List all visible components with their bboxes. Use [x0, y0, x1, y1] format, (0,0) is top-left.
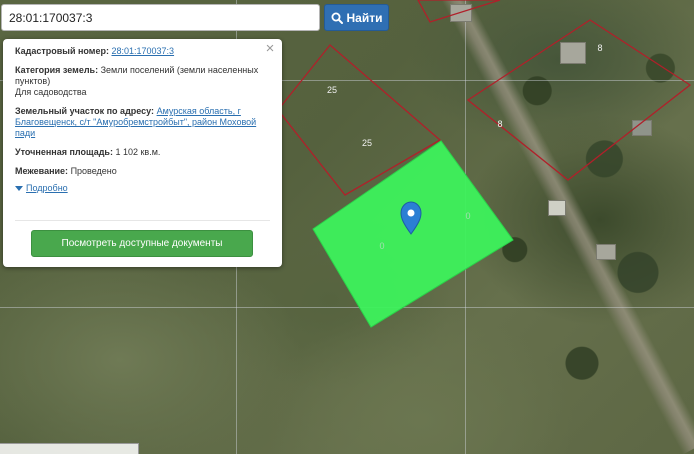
area-label: Уточненная площадь: — [15, 147, 113, 157]
caret-down-icon — [15, 186, 23, 191]
cadastral-number-row: Кадастровый номер: 28:01:170037:3 — [15, 46, 270, 57]
survey-label: Межевание: — [15, 166, 69, 176]
selected-parcel[interactable] — [312, 140, 514, 328]
cadastral-number-label: Кадастровый номер: — [15, 46, 109, 56]
scale-bar — [0, 443, 139, 454]
view-documents-button[interactable]: Посмотреть доступные документы — [31, 230, 253, 257]
survey-value: Проведено — [70, 166, 117, 176]
search-icon — [331, 12, 343, 24]
parcel-label: 8 — [597, 43, 602, 53]
area-row: Уточненная площадь: 1 102 кв.м. — [15, 147, 270, 158]
survey-row: Межевание: Проведено — [15, 166, 270, 177]
land-category-label: Категория земель: — [15, 65, 99, 75]
land-category-row: Категория земель: Земли поселений (земли… — [15, 65, 270, 98]
cadastral-number-link[interactable]: 28:01:170037:3 — [111, 46, 174, 56]
details-toggle[interactable]: Подробно — [15, 183, 270, 194]
parcel-label: 0 — [465, 211, 470, 221]
search-button[interactable]: Найти — [324, 4, 389, 31]
parcel-info-popup: × Кадастровый номер: 28:01:170037:3 Кате… — [3, 39, 282, 267]
land-use-value: Для садоводства — [15, 87, 87, 97]
address-row: Земельный участок по адресу: Амурская об… — [15, 106, 270, 139]
close-icon[interactable]: × — [264, 41, 276, 56]
details-link[interactable]: Подробно — [26, 183, 68, 194]
parcel-label: 25 — [327, 85, 337, 95]
address-label: Земельный участок по адресу: — [15, 106, 155, 116]
parcel-label: 8 — [497, 119, 502, 129]
divider — [15, 220, 270, 221]
parcel-outline[interactable] — [466, 19, 692, 181]
parcel-label: 0 — [379, 241, 384, 251]
parcel-outline[interactable] — [417, 0, 501, 23]
search-input[interactable] — [1, 4, 320, 31]
area-value: 1 102 кв.м. — [115, 147, 161, 157]
parcel-label: 25 — [362, 138, 372, 148]
search-button-label: Найти — [346, 10, 383, 25]
